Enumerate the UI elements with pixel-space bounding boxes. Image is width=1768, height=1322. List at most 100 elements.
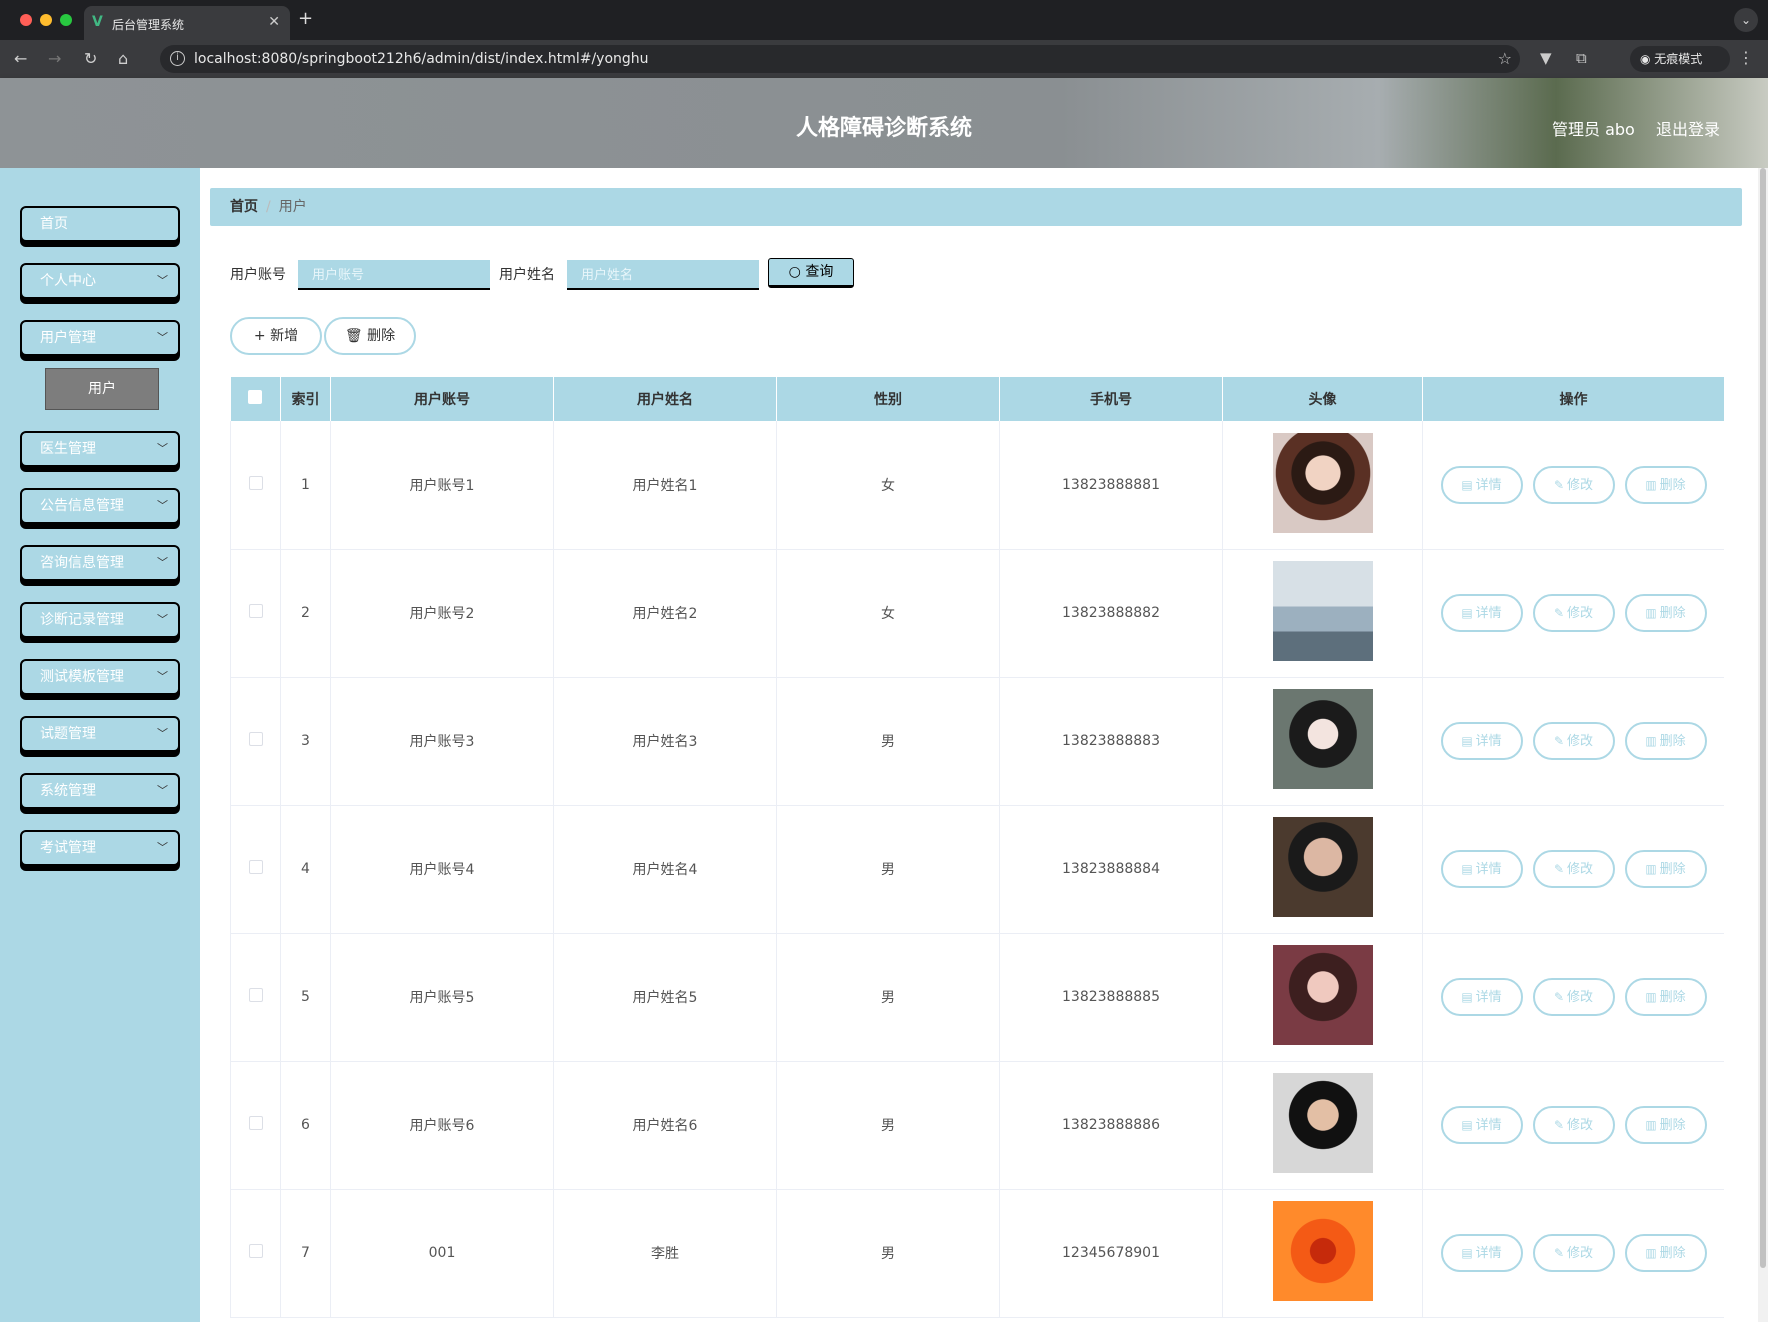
delete-button[interactable]: ▥ 删除 <box>1624 850 1707 888</box>
document-icon: ▤ <box>1461 862 1473 876</box>
account-cell: 用户账号6 <box>330 1061 554 1190</box>
delete-button[interactable]: ▥ 删除 <box>1624 722 1707 760</box>
delete-label: 删除 <box>1659 1118 1686 1133</box>
row-checkbox[interactable] <box>248 1244 263 1258</box>
search-icon: ○ <box>788 264 806 280</box>
avatar <box>1272 1073 1373 1173</box>
sidebar-item-label: 公告信息管理 <box>40 498 124 514</box>
pencil-icon: ✎ <box>1553 990 1565 1004</box>
select-all-checkbox[interactable] <box>248 390 263 404</box>
sidebar-subitem-users[interactable]: 用户 <box>45 368 159 410</box>
home-icon[interactable]: ⌂ <box>118 49 128 68</box>
name-cell: 用户姓名1 <box>553 421 777 550</box>
sidebar-item-exam-management[interactable]: 考试管理 ﹀ <box>20 830 180 866</box>
page-scrollbar[interactable] <box>1758 168 1768 1322</box>
incognito-badge[interactable]: ◉ 无痕模式 <box>1630 46 1730 72</box>
edit-button[interactable]: ✎ 修改 <box>1532 1106 1615 1144</box>
back-icon[interactable]: ← <box>14 49 27 68</box>
address-bar[interactable]: i localhost:8080/springboot212h6/admin/d… <box>160 45 1520 73</box>
breadcrumb-separator: / <box>266 199 271 215</box>
edit-label: 修改 <box>1567 1118 1594 1133</box>
detail-button[interactable]: ▤ 详情 <box>1440 465 1523 504</box>
gender-cell: 女 <box>776 421 1000 550</box>
sidebar-item-user-management[interactable]: 用户管理 ﹀ <box>20 320 180 356</box>
logout-link[interactable]: 退出登录 <box>1656 116 1720 140</box>
sidebar-item-template-management[interactable]: 测试模板管理 ﹀ <box>20 659 180 695</box>
account-cell: 用户账号1 <box>330 421 554 550</box>
tab-menu-icon[interactable]: ⌄ <box>1734 8 1758 32</box>
row-checkbox[interactable] <box>248 860 263 874</box>
edit-button[interactable]: ✎ 修改 <box>1532 1234 1615 1272</box>
sidebar-item-diagnosis-management[interactable]: 诊断记录管理 ﹀ <box>20 602 180 638</box>
sidebar-item-label: 诊断记录管理 <box>40 612 124 628</box>
extensions-icon[interactable]: ⧉ <box>1576 49 1587 67</box>
edit-label: 修改 <box>1567 477 1594 493</box>
bookmark-star-icon[interactable]: ☆ <box>1498 49 1512 68</box>
name-search-input[interactable] <box>567 260 759 290</box>
delete-label: 删除 <box>1659 606 1686 621</box>
more-icon[interactable]: ⋮ <box>1738 48 1754 67</box>
forward-icon[interactable]: → <box>48 49 61 68</box>
edit-button[interactable]: ✎ 修改 <box>1532 978 1615 1016</box>
row-checkbox[interactable] <box>248 604 263 618</box>
avatar <box>1272 945 1373 1045</box>
sidebar-item-profile[interactable]: 个人中心 ﹀ <box>20 263 180 299</box>
row-checkbox[interactable] <box>248 1116 263 1130</box>
sidebar-item-system-management[interactable]: 系统管理 ﹀ <box>20 773 180 809</box>
breadcrumb-home[interactable]: 首页 <box>230 199 258 215</box>
detail-button[interactable]: ▤ 详情 <box>1440 1106 1523 1144</box>
delete-button[interactable]: ▥ 删除 <box>1624 978 1707 1016</box>
sidebar-item-home[interactable]: 首页 <box>20 206 180 242</box>
sidebar-item-notice-management[interactable]: 公告信息管理 ﹀ <box>20 488 180 524</box>
sidebar-item-question-management[interactable]: 试题管理 ﹀ <box>20 716 180 752</box>
row-select-cell <box>230 421 281 550</box>
sidebar-item-label: 系统管理 <box>40 783 96 799</box>
edit-button[interactable]: ✎ 修改 <box>1532 465 1615 504</box>
vue-devtools-icon[interactable]: ▼ <box>1540 49 1552 67</box>
avatar-cell <box>1222 1061 1423 1190</box>
trash-icon: 🗑 <box>344 328 368 344</box>
maximize-window-icon[interactable] <box>60 14 72 26</box>
trash-icon: ▥ <box>1645 1118 1657 1132</box>
chevron-down-icon: ﹀ <box>157 841 168 854</box>
detail-label: 详情 <box>1475 990 1502 1005</box>
row-checkbox[interactable] <box>248 732 263 746</box>
scrollbar-thumb[interactable] <box>1760 168 1766 1268</box>
name-cell: 用户姓名3 <box>553 677 777 806</box>
row-checkbox[interactable] <box>248 988 263 1002</box>
edit-button[interactable]: ✎ 修改 <box>1532 722 1615 760</box>
close-window-icon[interactable] <box>20 14 32 26</box>
detail-button[interactable]: ▤ 详情 <box>1440 1234 1523 1272</box>
add-button[interactable]: + 新增 <box>230 317 322 355</box>
detail-button[interactable]: ▤ 详情 <box>1440 978 1523 1016</box>
batch-delete-button[interactable]: 🗑 删除 <box>324 317 416 355</box>
delete-button[interactable]: ▥ 删除 <box>1624 594 1707 632</box>
edit-button[interactable]: ✎ 修改 <box>1532 850 1615 888</box>
name-cell: 用户姓名5 <box>553 933 777 1062</box>
sidebar-item-doctor-management[interactable]: 医生管理 ﹀ <box>20 431 180 467</box>
query-button[interactable]: ○ 查询 <box>768 258 854 288</box>
detail-button[interactable]: ▤ 详情 <box>1440 594 1523 632</box>
delete-label: 删除 <box>367 328 396 344</box>
delete-button[interactable]: ▥ 删除 <box>1624 1234 1707 1272</box>
browser-tab[interactable]: V 后台管理系统 ✕ <box>84 6 290 40</box>
account-search-input[interactable] <box>298 260 490 290</box>
reload-icon[interactable]: ↻ <box>84 49 97 68</box>
delete-button[interactable]: ▥ 删除 <box>1624 1106 1707 1144</box>
row-select-cell <box>230 1061 281 1190</box>
sidebar-item-label: 考试管理 <box>40 840 96 856</box>
row-checkbox[interactable] <box>248 475 263 490</box>
index-cell: 6 <box>280 1061 331 1190</box>
chevron-down-icon: ﹀ <box>157 784 168 797</box>
minimize-window-icon[interactable] <box>40 14 52 26</box>
site-info-icon[interactable]: i <box>170 51 185 66</box>
delete-button[interactable]: ▥ 删除 <box>1624 465 1707 504</box>
vue-logo-icon: V <box>92 14 103 30</box>
edit-button[interactable]: ✎ 修改 <box>1532 594 1615 632</box>
sidebar-item-consult-management[interactable]: 咨询信息管理 ﹀ <box>20 545 180 581</box>
detail-button[interactable]: ▤ 详情 <box>1440 850 1523 888</box>
tab-close-icon[interactable]: ✕ <box>268 14 280 30</box>
new-tab-icon[interactable]: + <box>298 8 313 29</box>
detail-button[interactable]: ▤ 详情 <box>1440 722 1523 760</box>
avatar-cell <box>1222 1189 1423 1318</box>
